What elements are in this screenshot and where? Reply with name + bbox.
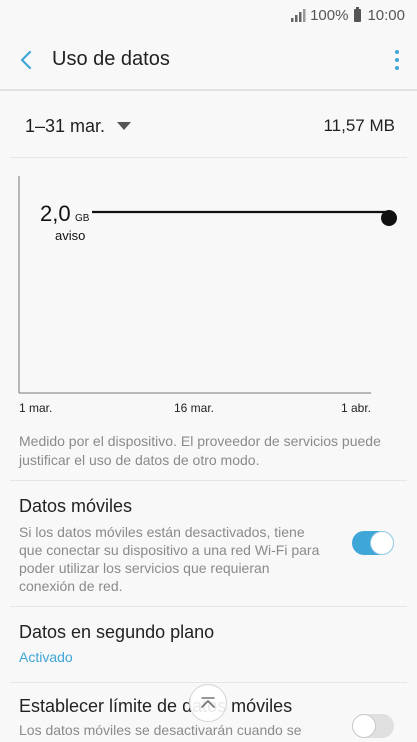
mobile-data-toggle[interactable] <box>352 531 394 555</box>
measurement-note: Medido por el dispositivo. El proveedor … <box>19 433 381 468</box>
signal-icon <box>291 9 306 22</box>
toggle-knob <box>370 531 394 555</box>
usage-chart: 2,0 GB aviso 1 mar. 16 mar. 1 abr. <box>18 176 397 415</box>
battery-icon <box>354 6 362 22</box>
dropdown-caret-icon <box>117 122 132 130</box>
app-bar: Uso de datos <box>0 30 417 91</box>
x-tick-mid: 16 mar. <box>174 401 214 415</box>
setting-title: Datos en segundo plano <box>19 622 215 642</box>
page-title: Uso de datos <box>52 48 170 70</box>
warning-label: aviso <box>55 228 85 243</box>
setting-description: Los datos móviles se desactivarán cuando… <box>19 722 302 738</box>
status-time: 10:00 <box>367 6 405 24</box>
chevron-up-icon <box>201 697 215 708</box>
more-options-button[interactable] <box>377 29 417 90</box>
total-usage: 11,57 MB <box>323 116 395 135</box>
data-limit-toggle[interactable] <box>352 714 394 738</box>
divider <box>10 480 407 481</box>
warning-value: 2,0 <box>40 201 71 226</box>
setting-status: Activado <box>19 649 73 665</box>
scroll-to-top-button[interactable] <box>189 684 227 722</box>
cycle-range-label: 1–31 mar. <box>25 115 106 136</box>
battery-percent: 100% <box>310 6 349 24</box>
divider <box>10 682 407 683</box>
back-button[interactable] <box>0 29 52 90</box>
setting-title: Datos móviles <box>19 496 133 516</box>
cycle-selector[interactable]: 1–31 mar. <box>25 115 132 137</box>
warning-handle[interactable] <box>381 210 397 226</box>
warning-unit: GB <box>75 213 90 224</box>
setting-description: Si los datos móviles están desactivados,… <box>19 524 320 594</box>
setting-background-data[interactable]: Datos en segundo plano Activado <box>19 622 399 665</box>
status-bar: 100% 10:00 <box>0 0 417 30</box>
toggle-knob <box>352 714 376 738</box>
billing-cycle-row: 1–31 mar. 11,57 MB <box>25 104 395 148</box>
x-tick-end: 1 abr. <box>341 401 371 415</box>
more-options-icon <box>395 48 399 72</box>
back-arrow-icon <box>20 50 32 69</box>
setting-mobile-data[interactable]: Datos móviles Si los datos móviles están… <box>19 496 399 595</box>
divider <box>10 606 407 607</box>
x-tick-start: 1 mar. <box>19 401 52 415</box>
divider <box>10 157 407 158</box>
